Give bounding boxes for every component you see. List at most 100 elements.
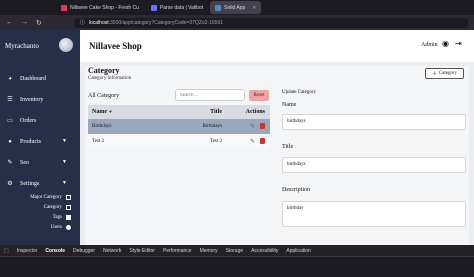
sidebar: Myrachanto ◕ Dashboard ☰ Inventory ▭ Ord… (0, 30, 80, 245)
cell-title: Test 2 (209, 139, 222, 144)
devtools-tab-memory[interactable]: Memory (200, 248, 218, 254)
brand-name: Myrachanto (5, 42, 39, 50)
browser-tab-1[interactable]: Nillavee Cake Shop - Fresh Cu (56, 1, 144, 14)
sort-down-icon: ▼ (108, 109, 113, 114)
url-host: localhost (88, 19, 109, 26)
browser-tab-3[interactable]: Solid App ✕ (210, 1, 262, 14)
sidebar-item-settings[interactable]: ⚙ Settings ▼ (0, 173, 80, 194)
page-subtitle: Category information (88, 76, 132, 81)
cell-name: Test 2 (92, 139, 105, 144)
browser-tab-label: Solid App (224, 4, 246, 11)
main-content: Nillavee Shop Admin ◉ ⇥ Category Categor… (80, 30, 474, 245)
cell-name: Birthdays (92, 124, 112, 129)
devtools-tab-network[interactable]: Network (103, 248, 121, 254)
edit-icon[interactable]: ✎ (250, 138, 255, 145)
browser-tab-label: Nillavee Cake Shop - Fresh Cu (70, 4, 139, 11)
back-arrow-icon[interactable]: ← (6, 19, 13, 26)
sidebar-item-label: Orders (20, 117, 37, 124)
devtools-tab-inspector[interactable]: Inspector (17, 248, 38, 254)
list-title: All Category (88, 93, 120, 99)
list-icon: ☰ (7, 96, 13, 103)
description-field[interactable]: birthday (282, 201, 466, 227)
delete-icon[interactable] (260, 123, 265, 129)
column-title: Title (210, 109, 222, 115)
name-field[interactable]: birthdays (282, 114, 466, 130)
devtools-pick-icon[interactable]: ⬚ (4, 248, 9, 254)
reload-icon[interactable]: ↻ (36, 19, 42, 27)
admin-label: Admin (421, 42, 438, 48)
title-field[interactable]: birthdays (282, 157, 466, 173)
grid-icon (66, 194, 71, 200)
devtools-tab-style-editor[interactable]: Style Editor (129, 248, 155, 254)
edit-icon[interactable]: ✎ (250, 123, 255, 130)
sidebar-item-inventory[interactable]: ☰ Inventory (0, 89, 80, 110)
browser-toolbar: ← → ↻ ⓘ localhost:3000/app/category?Cate… (0, 15, 474, 30)
add-category-button[interactable]: ＋ Category (425, 68, 464, 79)
sidebar-subitem-major-category[interactable]: Major Category (0, 192, 80, 202)
user-circle-icon[interactable]: ◉ (442, 40, 450, 48)
add-category-label: Category (438, 71, 458, 76)
update-category-form: Update Category Name birthdays Title bir… (282, 90, 466, 227)
orders-icon: ▭ (7, 117, 13, 124)
chevron-down-icon: ▼ (62, 160, 67, 165)
sidebar-subitem-label: Users (50, 224, 62, 230)
avatar[interactable] (59, 38, 73, 52)
cell-title: Birthdays (202, 124, 222, 129)
sidebar-item-seo[interactable]: ✎ Seo ▼ (0, 152, 80, 173)
category-table: Name ▼ Title Actions Birthdays Birthdays… (88, 105, 270, 149)
sidebar-subitem-category[interactable]: Category (0, 202, 80, 212)
seo-icon: ✎ (7, 159, 13, 166)
search-input[interactable] (175, 89, 245, 101)
devtools-console-area[interactable] (0, 257, 474, 277)
category-card: Category Category information ＋ Category… (85, 66, 469, 245)
sidebar-item-label: Products (20, 138, 41, 145)
sidebar-item-label: Inventory (20, 96, 44, 103)
forward-arrow-icon[interactable]: → (21, 19, 28, 26)
name-label: Name (282, 102, 297, 108)
close-tab-icon[interactable]: ✕ (252, 5, 256, 11)
users-icon (66, 224, 71, 230)
sidebar-subitem-label: Tags (52, 214, 62, 220)
chevron-down-icon: ▼ (62, 139, 67, 144)
browser-tab-2[interactable]: Parse data | Valibot (146, 1, 208, 14)
devtools-tab-accessibility[interactable]: Accessibility (251, 248, 278, 254)
favicon-icon (150, 4, 157, 11)
cell-actions: ✎ (222, 138, 270, 145)
table-row[interactable]: Test 2 Test 2 ✎ (88, 134, 270, 149)
sidebar-subitem-label: Major Category (30, 194, 62, 200)
sidebar-item-products[interactable]: ● Products ▼ (0, 131, 80, 152)
title-label: Title (282, 144, 294, 150)
devtools-tab-application[interactable]: Application (286, 248, 310, 254)
column-actions: Actions (245, 109, 265, 115)
delete-icon[interactable] (260, 138, 265, 144)
sidebar-nav: ◕ Dashboard ☰ Inventory ▭ Orders ● Produ… (0, 68, 80, 194)
sidebar-item-label: Settings (20, 180, 40, 187)
description-label: Description (282, 187, 310, 193)
column-name[interactable]: Name ▼ (88, 109, 172, 115)
devtools-panel: ⬚ Inspector Console Debugger Network Sty… (0, 245, 474, 277)
settings-subnav: Major Category Category Tags Users (0, 192, 80, 232)
sidebar-item-orders[interactable]: ▭ Orders (0, 110, 80, 131)
top-header: Nillavee Shop Admin ◉ ⇥ (80, 30, 474, 62)
sidebar-item-label: Dashboard (20, 75, 46, 82)
sidebar-subitem-users[interactable]: Users (0, 222, 80, 232)
devtools-tab-storage[interactable]: Storage (226, 248, 244, 254)
url-field[interactable]: ⓘ localhost:3000/app/category?CategoryCo… (73, 17, 468, 28)
sidebar-item-dashboard[interactable]: ◕ Dashboard (0, 68, 80, 89)
table-row[interactable]: Birthdays Birthdays ✎ (88, 119, 270, 134)
logout-icon[interactable]: ⇥ (455, 40, 463, 48)
grid-icon (66, 204, 71, 210)
sidebar-subitem-label: Category (43, 204, 62, 210)
devtools-tab-debugger[interactable]: Debugger (73, 248, 95, 254)
dashboard-icon: ◕ (8, 75, 12, 82)
devtools-tab-console[interactable]: Console (45, 248, 65, 254)
url-path: :3000/app/category?CategoryCode=37QZo2-1… (108, 19, 224, 26)
favicon-icon (215, 4, 222, 11)
sidebar-subitem-tags[interactable]: Tags (0, 212, 80, 222)
devtools-tab-performance[interactable]: Performance (163, 248, 192, 254)
shop-title: Nillavee Shop (89, 41, 142, 51)
page-info-icon[interactable]: ⓘ (80, 19, 85, 26)
browser-tab-bar: Nillavee Cake Shop - Fresh Cu Parse data… (0, 0, 474, 15)
reset-button[interactable]: Reset (249, 90, 269, 101)
gear-icon: ⚙ (7, 180, 13, 187)
